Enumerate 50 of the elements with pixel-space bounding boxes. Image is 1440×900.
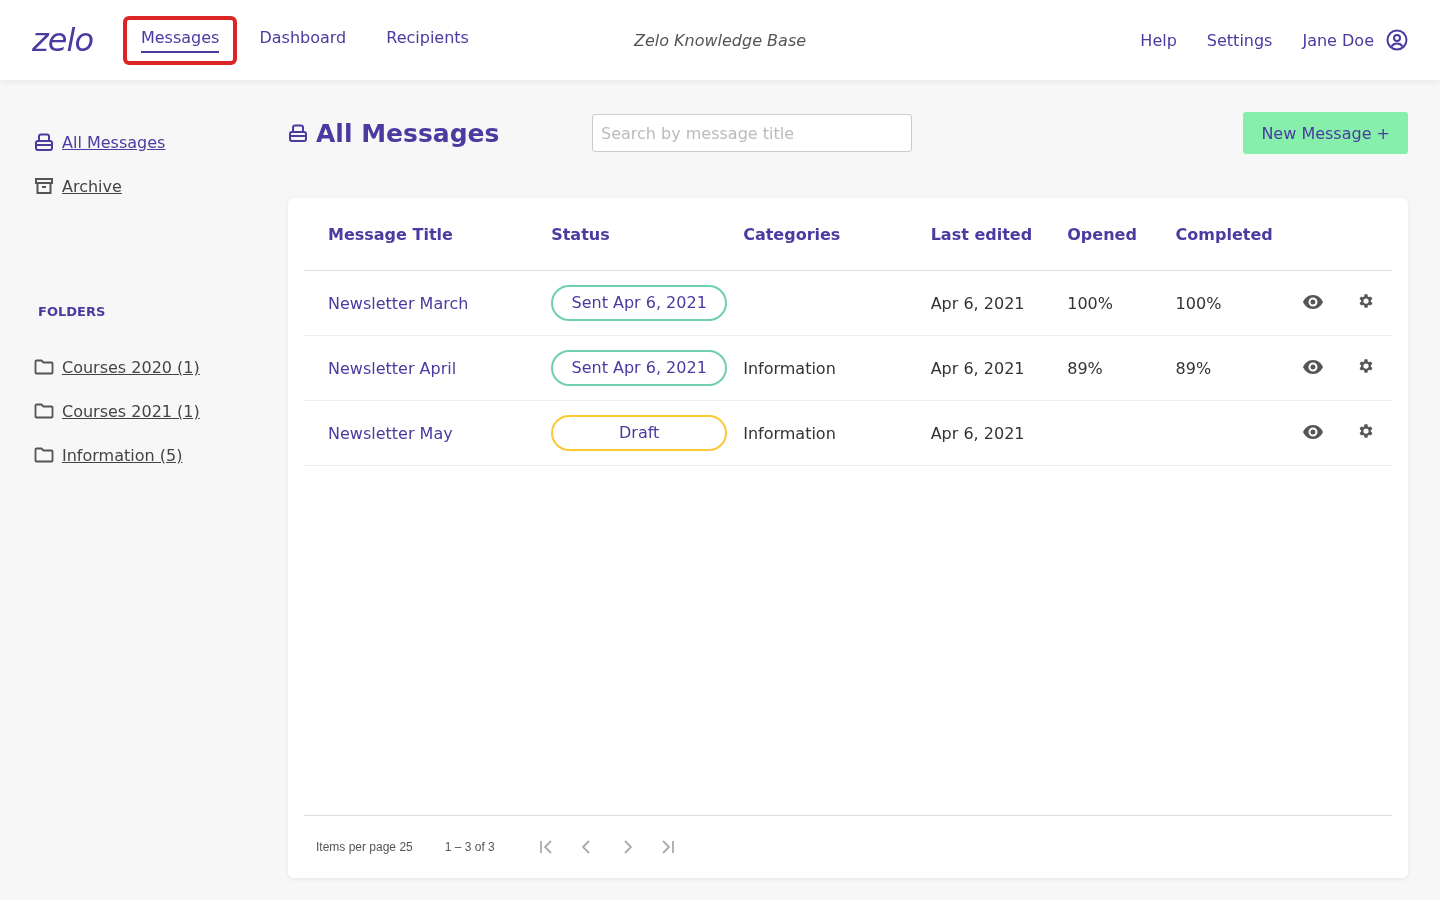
items-per-page[interactable]: Items per page 25 (316, 840, 413, 854)
tray-icon (34, 132, 54, 152)
folder-link[interactable]: Courses 2021 (1) (62, 401, 200, 421)
folder-icon (34, 358, 54, 376)
completed-percent: 89% (1175, 358, 1212, 378)
folder-link[interactable]: Courses 2020 (1) (62, 357, 200, 377)
message-title-link[interactable]: Newsletter March (328, 293, 469, 313)
nav-link[interactable]: Settings (1206, 30, 1273, 50)
sidebar-link[interactable]: All Messages (62, 132, 166, 152)
status-badge: Sent Apr 6, 2021 (551, 350, 728, 386)
status-badge: Sent Apr 6, 2021 (551, 285, 728, 321)
category-text: Information (743, 423, 836, 443)
user-avatar-icon[interactable] (1386, 29, 1408, 51)
eye-icon[interactable] (1302, 359, 1323, 374)
archive-icon (34, 176, 54, 196)
user-name[interactable]: Jane Doe (1302, 30, 1374, 50)
sidebar-link[interactable]: Archive (62, 176, 122, 196)
nav-tab[interactable]: Recipients (368, 15, 487, 65)
date-text: Apr 6, 2021 (930, 423, 1025, 443)
site-title: Zelo Knowledge Base (633, 30, 807, 50)
message-title-link[interactable]: Newsletter April (328, 358, 457, 378)
column-header[interactable]: Message Title (328, 224, 453, 244)
column-header[interactable]: Categories (743, 224, 841, 244)
eye-icon[interactable] (1302, 294, 1323, 309)
logo[interactable]: zelo (32, 21, 93, 59)
nav-link[interactable]: Help (1140, 30, 1177, 50)
new-message-button[interactable]: New Message + (1243, 112, 1408, 154)
search-field[interactable]: Search by message title (592, 114, 912, 152)
completed-percent: 100% (1175, 293, 1222, 313)
date-text: Apr 6, 2021 (930, 293, 1025, 313)
folder-icon (34, 402, 54, 420)
folder-link[interactable]: Information (5) (62, 445, 183, 465)
message-title-link[interactable]: Newsletter May (328, 423, 453, 443)
opened-percent: 89% (1067, 358, 1103, 378)
status-badge: Draft (551, 415, 728, 451)
tray-icon (288, 123, 308, 143)
opened-percent: 100% (1067, 293, 1113, 313)
column-header[interactable]: Last edited (930, 224, 1033, 244)
nav-tab[interactable]: Messages (122, 15, 238, 65)
date-text: Apr 6, 2021 (930, 358, 1025, 378)
column-header[interactable]: Completed (1175, 224, 1273, 244)
eye-icon[interactable] (1302, 424, 1323, 439)
folder-icon (34, 446, 54, 464)
column-header[interactable]: Opened (1067, 224, 1137, 244)
page-range: 1 – 3 of 3 (444, 840, 495, 854)
column-header[interactable]: Status (551, 224, 610, 244)
nav-tab[interactable]: Dashboard (241, 15, 365, 65)
category-text: Information (743, 358, 836, 378)
folders-heading: FOLDERS (38, 304, 107, 319)
page-title: All Messages (316, 118, 500, 148)
